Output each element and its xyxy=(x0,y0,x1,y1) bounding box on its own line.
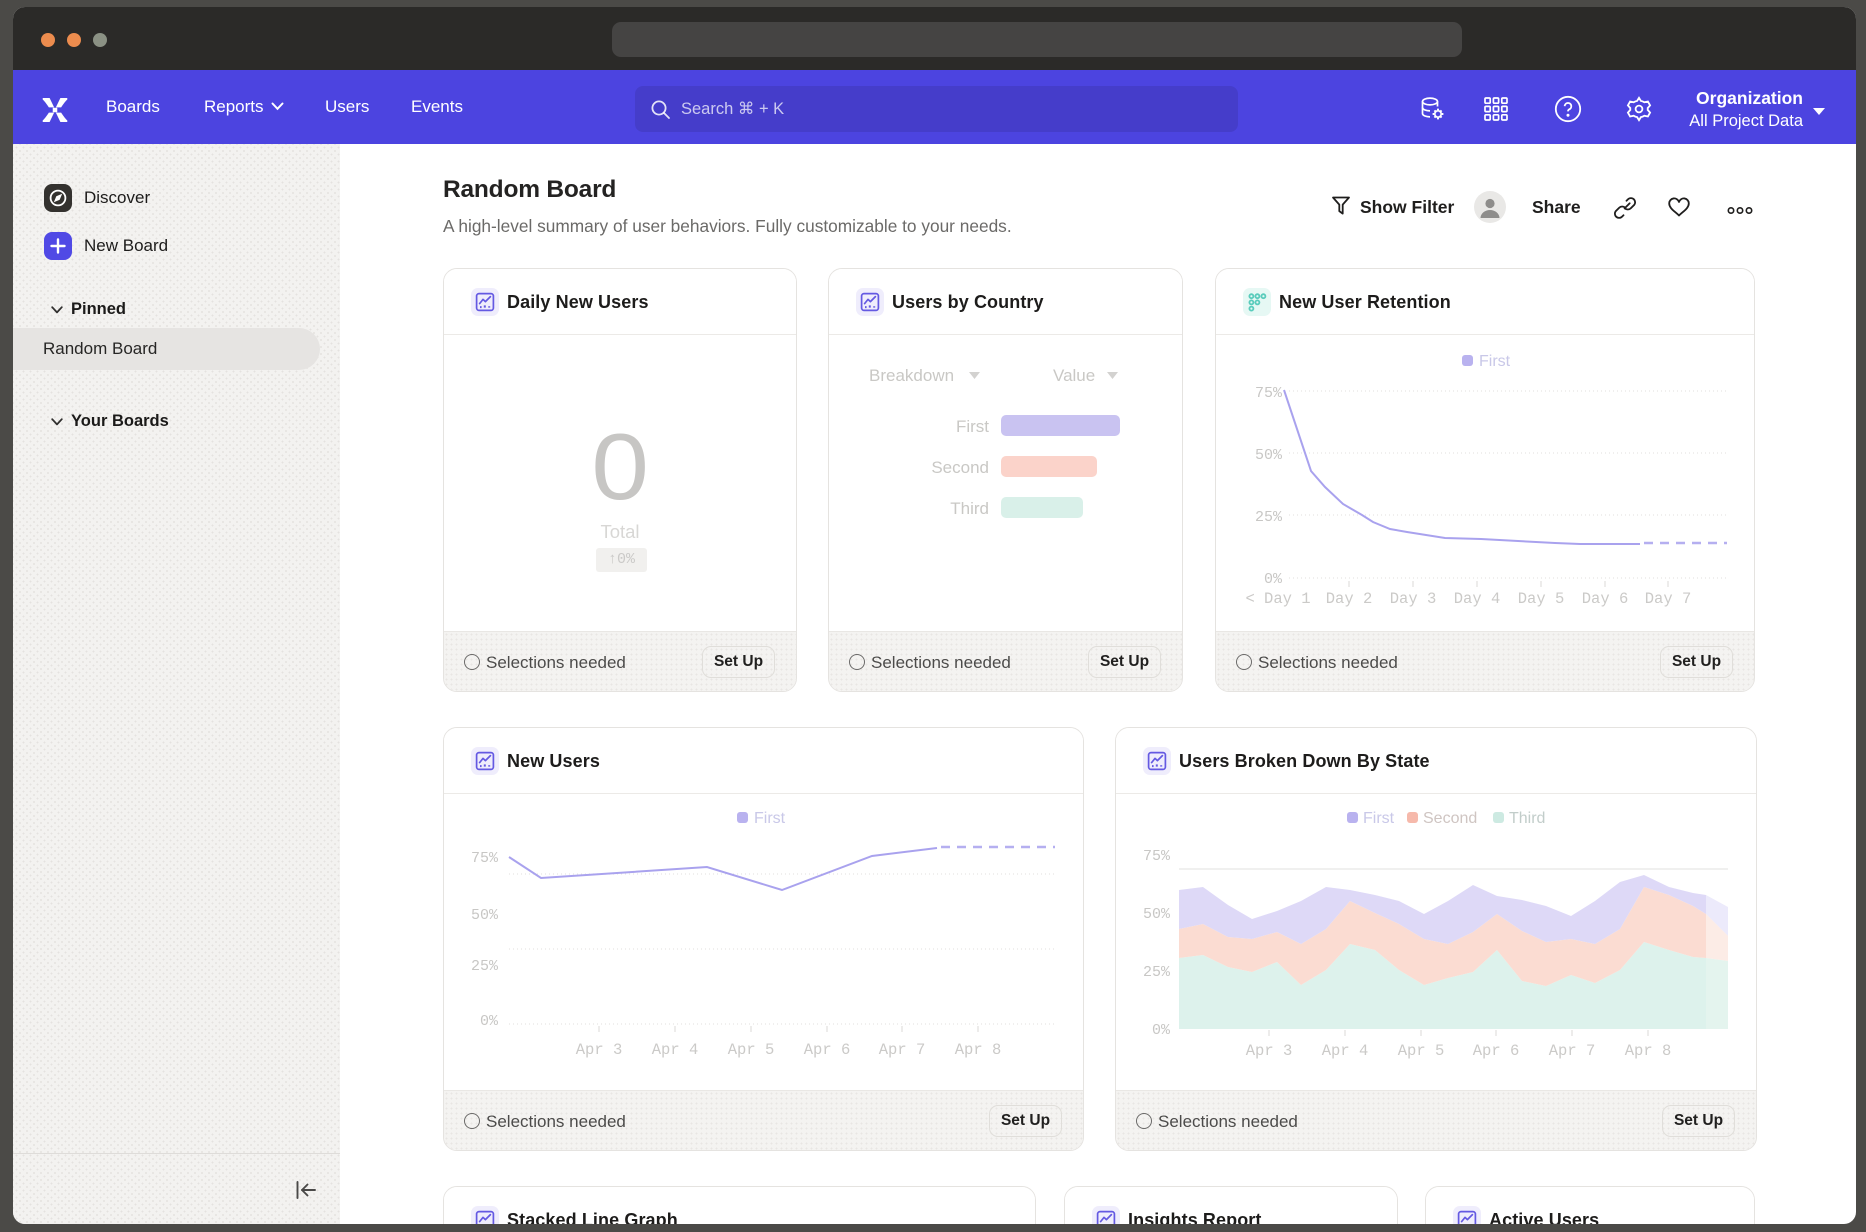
svg-text:< Day 1: < Day 1 xyxy=(1245,590,1310,608)
svg-text:75%: 75% xyxy=(1255,385,1283,402)
svg-text:Apr 5: Apr 5 xyxy=(728,1041,775,1059)
svg-text:75%: 75% xyxy=(471,850,499,867)
svg-text:50%: 50% xyxy=(1143,906,1171,923)
svg-text:25%: 25% xyxy=(471,958,499,975)
svg-text:50%: 50% xyxy=(1255,447,1283,464)
svg-text:75%: 75% xyxy=(1143,848,1171,865)
svg-text:Apr 5: Apr 5 xyxy=(1398,1042,1445,1060)
svg-text:First: First xyxy=(1363,810,1395,827)
svg-text:Apr 7: Apr 7 xyxy=(1549,1042,1596,1060)
svg-text:Apr 4: Apr 4 xyxy=(1322,1042,1369,1060)
svg-text:Second: Second xyxy=(1423,810,1477,827)
svg-text:Day 2: Day 2 xyxy=(1326,590,1373,608)
svg-text:Apr 6: Apr 6 xyxy=(804,1041,851,1059)
svg-text:0%: 0% xyxy=(1264,571,1283,588)
svg-text:Apr 6: Apr 6 xyxy=(1473,1042,1520,1060)
svg-text:Third: Third xyxy=(1509,810,1545,827)
svg-text:Apr 3: Apr 3 xyxy=(1246,1042,1293,1060)
svg-text:25%: 25% xyxy=(1143,964,1171,981)
svg-text:50%: 50% xyxy=(471,907,499,924)
svg-text:Day 3: Day 3 xyxy=(1390,590,1437,608)
svg-text:25%: 25% xyxy=(1255,509,1283,526)
svg-text:Apr 7: Apr 7 xyxy=(879,1041,926,1059)
svg-text:Day 4: Day 4 xyxy=(1454,590,1501,608)
svg-text:First: First xyxy=(754,810,786,827)
svg-text:Day 6: Day 6 xyxy=(1582,590,1629,608)
svg-text:0%: 0% xyxy=(1152,1022,1171,1039)
svg-text:Day 7: Day 7 xyxy=(1645,590,1692,608)
svg-text:Apr 8: Apr 8 xyxy=(1625,1042,1672,1060)
svg-text:Apr 4: Apr 4 xyxy=(652,1041,699,1059)
svg-text:First: First xyxy=(1479,353,1511,370)
svg-text:Day 5: Day 5 xyxy=(1518,590,1565,608)
svg-text:Apr 8: Apr 8 xyxy=(955,1041,1002,1059)
svg-text:Apr 3: Apr 3 xyxy=(576,1041,623,1059)
svg-text:0%: 0% xyxy=(480,1013,499,1030)
